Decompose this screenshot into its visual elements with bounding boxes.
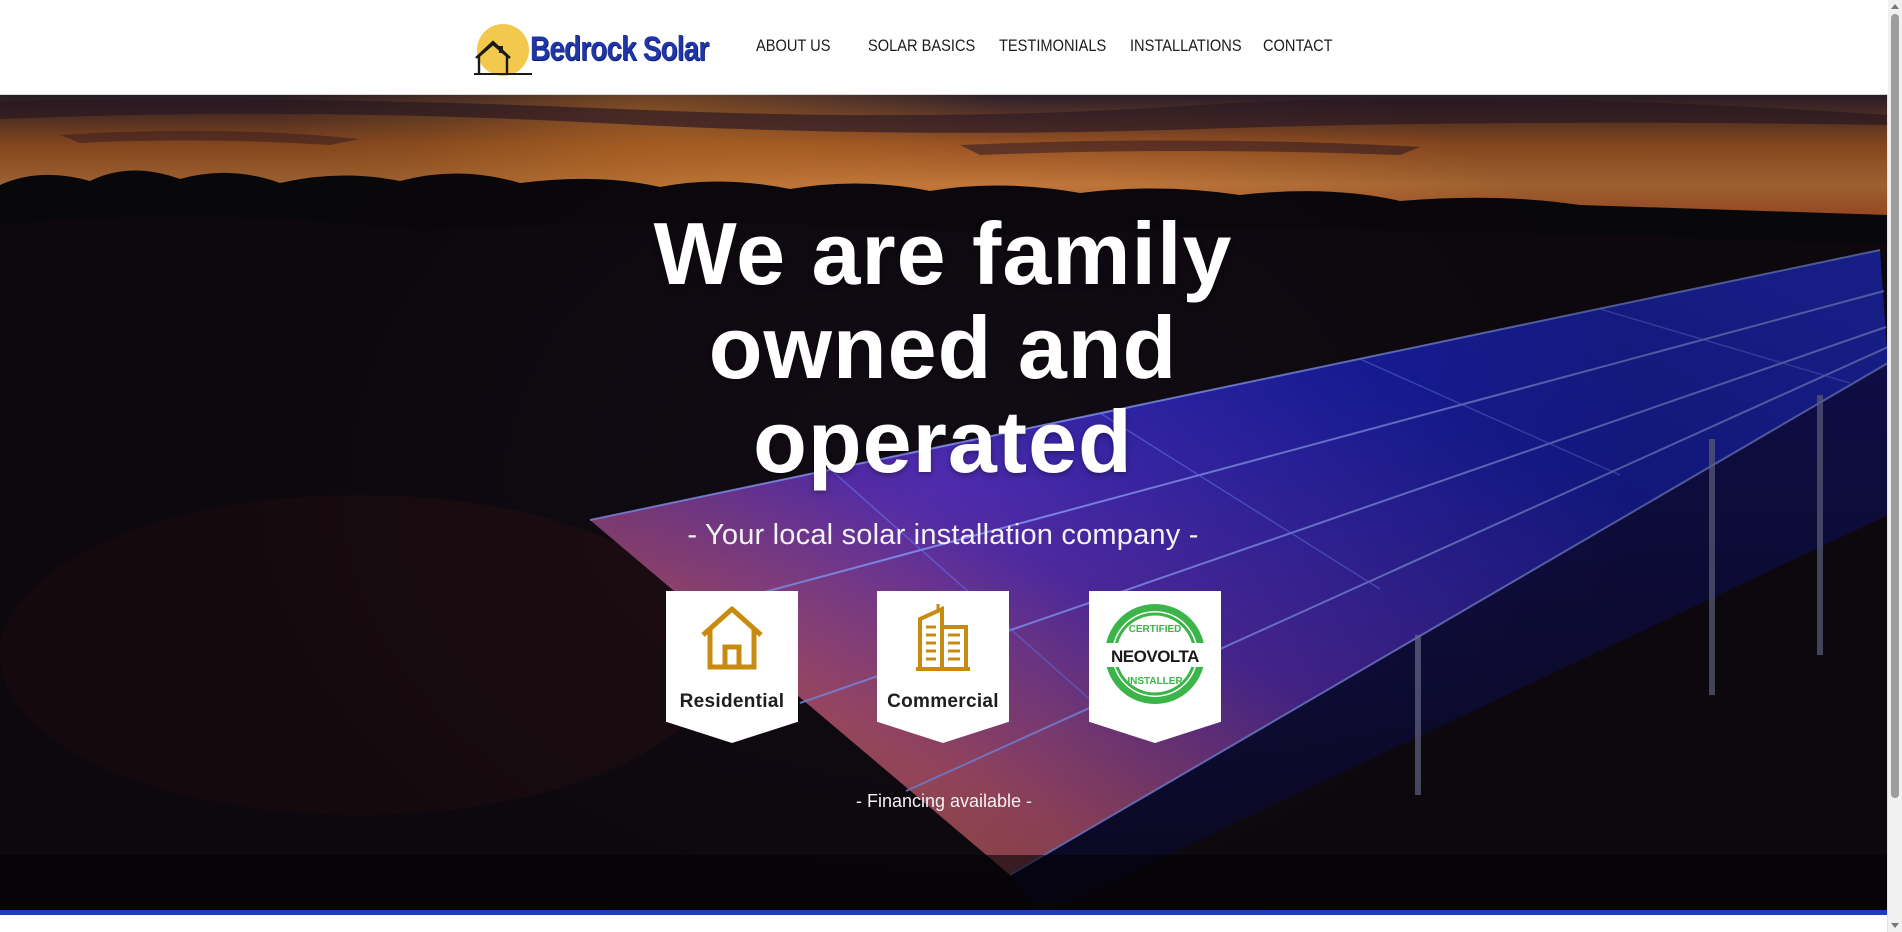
- neovolta-certified-badge[interactable]: CERTIFIED NEOVOLTA INSTALLER: [1089, 591, 1221, 743]
- svg-text:CERTIFIED: CERTIFIED: [1129, 624, 1182, 635]
- hero-section: We are family owned and operated - Your …: [0, 95, 1888, 911]
- hero-tagline: - Your local solar installation company …: [687, 519, 1199, 551]
- bedrock-solar-logo[interactable]: Bedrock Solar: [474, 22, 724, 76]
- svg-text:NEOVOLTA: NEOVOLTA: [1111, 647, 1199, 666]
- next-section: [0, 915, 1888, 932]
- svg-text:INSTALLER: INSTALLER: [1127, 676, 1183, 687]
- house-icon: [701, 606, 763, 670]
- nav-about-us[interactable]: ABOUT US: [756, 36, 830, 56]
- sun-house-logo-icon: [474, 24, 532, 76]
- commercial-label: Commercial: [887, 691, 999, 712]
- financing-note: - Financing available -: [855, 791, 1033, 811]
- scroll-down-icon[interactable]: [1891, 923, 1899, 928]
- nav-testimonials[interactable]: TESTIMONIALS: [999, 36, 1106, 56]
- commercial-badge[interactable]: Commercial: [877, 591, 1009, 743]
- hero-headline: We are family owned and operated: [653, 204, 1233, 491]
- building-icon: [916, 604, 970, 671]
- scrollbar-thumb[interactable]: [1891, 14, 1899, 798]
- page-scrollbar[interactable]: [1887, 0, 1902, 932]
- scroll-up-icon[interactable]: [1891, 4, 1899, 9]
- residential-badge[interactable]: Residential: [666, 591, 798, 743]
- logo-text: Bedrock Solar: [530, 29, 709, 68]
- nav-contact[interactable]: CONTACT: [1263, 36, 1333, 56]
- residential-label: Residential: [679, 691, 785, 712]
- neovolta-certified-installer-logo: CERTIFIED NEOVOLTA INSTALLER: [1093, 604, 1217, 704]
- site-header: Bedrock Solar ABOUT US SOLAR BASICS TEST…: [0, 0, 1888, 95]
- nav-solar-basics[interactable]: SOLAR BASICS: [868, 36, 975, 56]
- nav-installations[interactable]: INSTALLATIONS: [1130, 36, 1242, 56]
